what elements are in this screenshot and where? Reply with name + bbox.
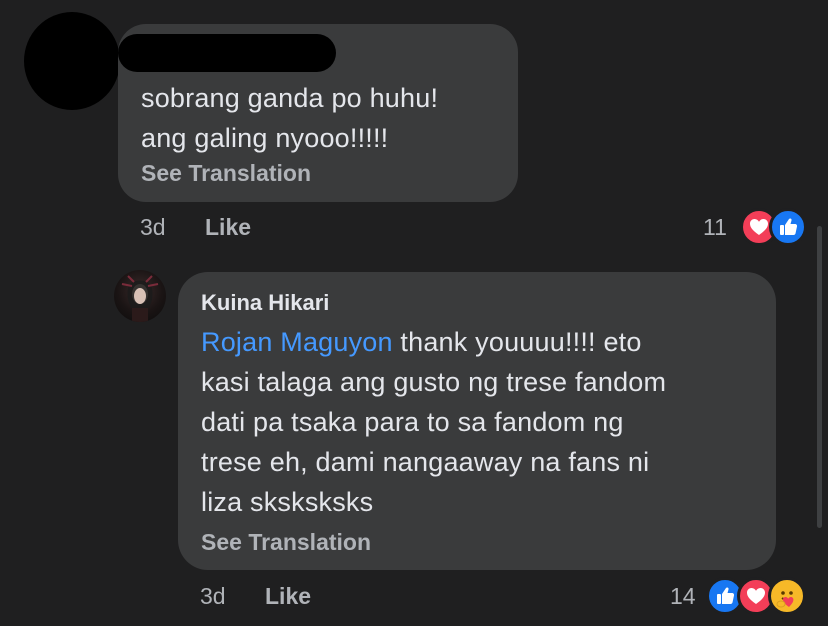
comment-line-rest: thank youuuu!!!! eto [392, 327, 642, 357]
reply-timestamp[interactable]: 3d [200, 583, 226, 610]
like-button[interactable]: Like [265, 583, 311, 610]
avatar-redacted[interactable] [24, 12, 120, 110]
avatar[interactable] [114, 270, 166, 322]
comment-line: Rojan Maguyon thank youuuu!!!! eto [201, 322, 761, 362]
see-translation-link[interactable]: See Translation [141, 160, 311, 187]
comment-text: sobrang ganda po huhu! ang galing nyooo!… [141, 78, 511, 158]
comment-line: ang galing nyooo!!!!! [141, 123, 389, 153]
redacted-author-name [118, 34, 336, 72]
like-icon[interactable] [769, 208, 807, 246]
reaction-count[interactable]: 14 [670, 583, 696, 610]
comment-line: trese eh, dami nangaaway na fans ni [201, 447, 650, 477]
comment-timestamp[interactable]: 3d [140, 214, 166, 241]
care-icon[interactable] [768, 577, 806, 615]
thread-line [817, 226, 822, 528]
reply-text: Rojan Maguyon thank youuuu!!!! eto kasi … [201, 322, 761, 522]
comment-line: kasi talaga ang gusto ng trese fandom [201, 367, 667, 397]
see-translation-link[interactable]: See Translation [201, 529, 371, 556]
comment-line: dati pa tsaka para to sa fandom ng [201, 407, 624, 437]
comment-line: sobrang ganda po huhu! [141, 83, 439, 113]
mention-link[interactable]: Rojan Maguyon [201, 327, 393, 357]
author-name[interactable]: Kuina Hikari [201, 290, 329, 316]
like-button[interactable]: Like [205, 214, 251, 241]
reaction-count[interactable]: 11 [703, 214, 727, 241]
comment-line: liza sksksksks [201, 487, 374, 517]
